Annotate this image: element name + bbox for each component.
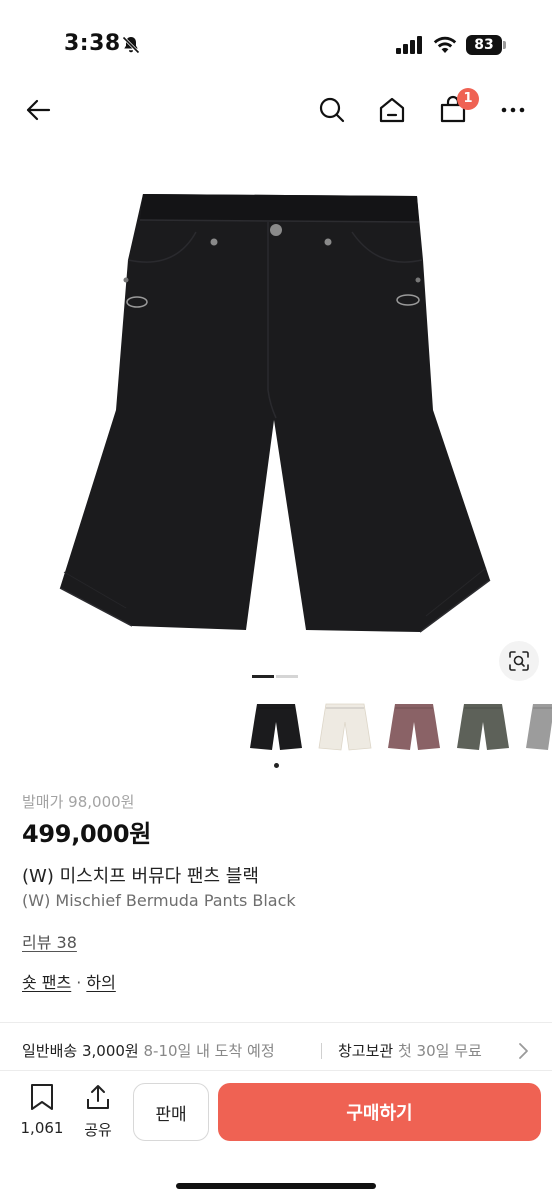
wifi-icon [433, 36, 457, 53]
product-image[interactable] [0, 160, 552, 660]
category-link-bottoms[interactable]: 하의 [86, 973, 115, 992]
signal-icon [396, 36, 422, 54]
home-indicator [176, 1183, 376, 1189]
product-thumbnail[interactable] [317, 700, 373, 756]
battery-tip [503, 41, 506, 49]
divider [0, 1022, 552, 1023]
wishlist-button[interactable]: 1,061 [20, 1083, 64, 1137]
share-label: 공유 [84, 1121, 112, 1139]
image-pager [252, 675, 298, 678]
category-breadcrumb: 숏 팬츠 · 하의 [22, 969, 116, 993]
back-arrow-icon [26, 99, 51, 121]
pager-segment [276, 675, 298, 678]
more-options-button[interactable] [491, 88, 535, 132]
wishlist-count: 1,061 [20, 1119, 64, 1137]
bookmark-icon [31, 1084, 53, 1110]
selected-thumbnail-indicator [274, 763, 279, 768]
search-button[interactable] [310, 88, 354, 132]
image-search-button[interactable] [499, 641, 539, 681]
status-time: 3:38 [64, 31, 121, 56]
warehouse-storage: 창고보관 첫 30일 무료 [338, 1040, 482, 1061]
chevron-right-icon [519, 1043, 528, 1059]
bell-slash-icon [122, 36, 140, 54]
reviews-link[interactable]: 리뷰 38 [22, 929, 77, 953]
home-icon [379, 97, 405, 123]
pager-segment [252, 675, 274, 678]
product-thumbnail[interactable] [524, 700, 552, 756]
share-button[interactable]: 공유 [78, 1083, 118, 1140]
lens-icon [509, 651, 529, 671]
home-button[interactable] [370, 88, 414, 132]
product-thumbnail[interactable] [386, 700, 442, 756]
shipping-row[interactable]: 일반배송 3,000원 8-10일 내 도착 예정 창고보관 첫 30일 무료 [22, 1040, 532, 1064]
buy-button[interactable]: 구매하기 [218, 1083, 541, 1141]
category-separator: · [76, 973, 82, 992]
top-nav: 1 [0, 80, 552, 140]
status-bar: 3:38 83 [0, 0, 552, 80]
back-button[interactable] [16, 88, 60, 132]
general-shipping: 일반배송 3,000원 8-10일 내 도착 예정 [22, 1040, 275, 1061]
battery-icon: 83 [466, 35, 502, 55]
bottom-action-bar: 1,061 공유 판매 구매하기 [0, 1070, 552, 1200]
category-link-short-pants[interactable]: 숏 팬츠 [22, 973, 71, 992]
general-shipping-detail: 8-10일 내 도착 예정 [143, 1042, 275, 1060]
original-price: 발매가 98,000원 [22, 793, 135, 811]
sell-button[interactable]: 판매 [133, 1083, 209, 1141]
product-title-english: (W) Mischief Bermuda Pants Black [22, 891, 296, 910]
product-thumbnail[interactable] [455, 700, 511, 756]
storage-detail: 첫 30일 무료 [397, 1042, 482, 1060]
general-shipping-label: 일반배송 3,000원 [22, 1042, 139, 1060]
current-price: 499,000원 [22, 820, 151, 848]
storage-label: 창고보관 [338, 1042, 394, 1060]
product-title-korean: (W) 미스치프 버뮤다 팬츠 블랙 [22, 866, 259, 887]
search-icon [319, 97, 345, 123]
more-icon [501, 107, 525, 113]
shipping-separator [321, 1043, 322, 1059]
cart-count-badge: 1 [457, 88, 479, 110]
share-icon [87, 1085, 109, 1109]
product-thumbnail[interactable] [248, 700, 304, 756]
